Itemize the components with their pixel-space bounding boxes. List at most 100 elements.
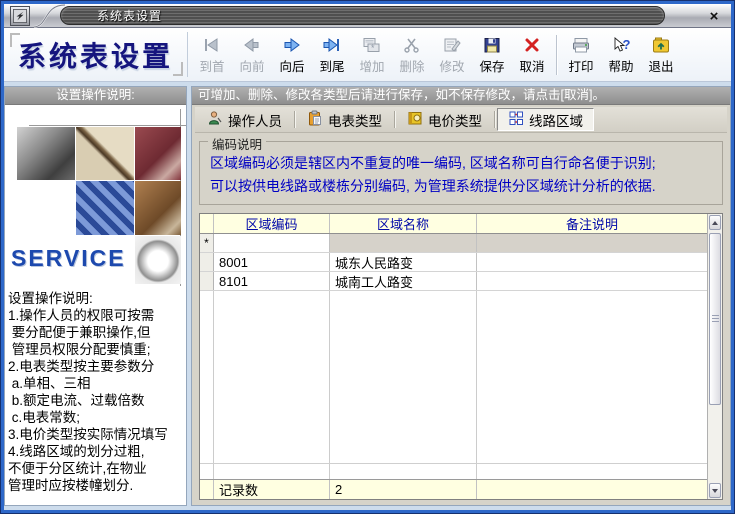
add-record-icon: * — [362, 35, 382, 55]
photo-metal-tools — [17, 127, 75, 180]
tab-bar: 操作人员 电表类型 电价类型 — [195, 107, 727, 133]
meter-type-icon — [307, 110, 323, 129]
toolbar-button-go-first[interactable]: 到首 — [192, 31, 232, 79]
tab-operators[interactable]: 操作人员 — [197, 108, 292, 131]
toolbar-button-label: 取消 — [519, 56, 544, 75]
tab-separator — [394, 111, 395, 128]
notice-bar: 可增加、删除、修改各类型后请进行保存，如不保存修改，请点击[取消]。 — [192, 87, 730, 105]
toolbar-button-label: 向前 — [239, 56, 264, 75]
toolbar-button-go-last[interactable]: 到尾 — [312, 31, 352, 79]
toolbar-button-cancel[interactable]: 取消 — [512, 31, 552, 79]
toolbar-button-help[interactable]: ? 帮助 — [601, 31, 641, 79]
scroll-up-icon — [712, 221, 718, 225]
header: 系统表设置 到首 向前 向后 — [4, 28, 731, 82]
grid-row[interactable]: 8101 城南工人路变 — [200, 272, 707, 291]
window-title: 系统表设置 — [97, 7, 162, 24]
decor-bracket — [173, 62, 183, 76]
close-button[interactable]: × — [705, 7, 723, 25]
row-selector[interactable] — [200, 272, 214, 290]
photo-pocket-watch — [135, 236, 181, 284]
sidebar: 设置操作说明: SERVICE 设置操作说明: 1.操作人员的权限可按需 — [4, 86, 187, 506]
toolbar-button-go-previous[interactable]: 向前 — [232, 31, 272, 79]
cell-name[interactable]: 城南工人路变 — [330, 272, 477, 290]
groupbox-encoding: 编码说明 区域编码必须是辖区内不重复的唯一编码, 区域名称可自行命名便于识别; … — [199, 141, 723, 205]
line-area-icon — [508, 110, 524, 129]
data-grid: 区域编码 区域名称 备注说明 * 8001 — [199, 213, 723, 500]
help-icon: ? — [611, 35, 631, 55]
new-row-marker: * — [200, 234, 214, 252]
toolbar-button-save[interactable]: 保存 — [472, 31, 512, 79]
photo-gloves — [135, 181, 181, 235]
toolbar-button-edit[interactable]: 修改 — [432, 31, 472, 79]
grid-new-row[interactable]: * — [200, 234, 707, 253]
cell-code[interactable]: 8001 — [214, 253, 330, 271]
groupbox-title: 编码说明 — [208, 134, 266, 153]
go-last-icon — [322, 35, 342, 55]
cancel-icon — [522, 35, 542, 55]
operator-icon — [207, 110, 223, 129]
cell-code[interactable]: 8101 — [214, 272, 330, 290]
tab-label: 线路区域 — [529, 110, 583, 130]
toolbar-button-label: 修改 — [439, 56, 464, 75]
column-header-code[interactable]: 区域编码 — [214, 214, 330, 233]
grid-footer-row: 记录数 2 — [200, 479, 707, 499]
tab-line-area[interactable]: 线路区域 — [497, 108, 594, 131]
window-inner: 系统表设置 × 系统表设置 到首 向前 — [4, 4, 731, 510]
app-icon — [10, 6, 30, 26]
scroll-up-button[interactable] — [709, 215, 721, 230]
footer-selector-cell — [200, 480, 214, 499]
cell-note[interactable] — [477, 253, 707, 271]
footer-note-cell — [477, 480, 707, 499]
service-label: SERVICE — [11, 245, 126, 272]
instruction-line: c.电表常数; — [8, 409, 186, 426]
toolbar-button-label: 删除 — [399, 56, 424, 75]
titlebar[interactable]: 系统表设置 × — [4, 4, 731, 28]
column-header-note[interactable]: 备注说明 — [477, 214, 707, 233]
toolbar-button-exit[interactable]: 退出 — [641, 31, 681, 79]
scrollbar-thumb[interactable] — [709, 233, 721, 405]
new-row-note-cell[interactable] — [477, 234, 707, 252]
main-panel: 可增加、删除、修改各类型后请进行保存，如不保存修改，请点击[取消]。 操作人员 — [191, 86, 731, 506]
instruction-line: 管理员权限分配要慎重; — [8, 341, 186, 358]
cell-note[interactable] — [477, 272, 707, 290]
tab-price-type[interactable]: 电价类型 — [397, 108, 492, 131]
row-selector[interactable] — [200, 253, 214, 271]
tab-label: 操作人员 — [228, 110, 282, 130]
app-window: 系统表设置 × 系统表设置 到首 向前 — [0, 0, 735, 514]
tab-meter-type[interactable]: 电表类型 — [297, 108, 392, 131]
scrollbar-track[interactable] — [708, 231, 722, 482]
decor-line — [29, 125, 186, 126]
toolbar-button-label: 保存 — [479, 56, 504, 75]
tab-label: 电表类型 — [328, 110, 382, 130]
column-header-name[interactable]: 区域名称 — [330, 214, 477, 233]
instruction-line: 要分配便于兼职操作,但 — [8, 324, 186, 341]
exit-icon — [651, 35, 671, 55]
instruction-line: 管理时应按楼幢划分. — [8, 477, 186, 494]
instruction-line: 1.操作人员的权限可按需 — [8, 307, 186, 324]
main-body: 操作人员 电表类型 电价类型 — [192, 105, 730, 505]
toolbar-button-print[interactable]: 打印 — [561, 31, 601, 79]
toolbar: 到首 向前 向后 到尾 — [188, 28, 731, 81]
toolbar-button-delete[interactable]: 删除 — [392, 31, 432, 79]
toolbar-button-go-next[interactable]: 向后 — [272, 31, 312, 79]
instruction-line: a.单相、三相 — [8, 375, 186, 392]
new-row-code-cell[interactable] — [214, 234, 330, 252]
scroll-down-button[interactable] — [709, 483, 721, 498]
vertical-scrollbar[interactable] — [707, 214, 722, 499]
toolbar-button-add[interactable]: * 增加 — [352, 31, 392, 79]
sidebar-header: 设置操作说明: — [5, 87, 186, 105]
new-row-name-cell[interactable] — [330, 234, 477, 252]
delete-record-icon — [402, 35, 422, 55]
go-previous-icon — [242, 35, 262, 55]
toolbar-button-label: 退出 — [648, 56, 673, 75]
cell-name[interactable]: 城东人民路变 — [330, 253, 477, 271]
toolbar-separator — [556, 35, 557, 75]
photo-collage: SERVICE — [5, 105, 186, 286]
grid-row[interactable]: 8001 城东人民路变 — [200, 253, 707, 272]
page-title: 系统表设置 — [18, 35, 173, 75]
svg-text:?: ? — [623, 37, 631, 52]
decor-bracket — [10, 33, 20, 47]
edit-record-icon — [442, 35, 462, 55]
grid-empty-row — [200, 463, 707, 479]
price-type-icon — [407, 110, 423, 129]
